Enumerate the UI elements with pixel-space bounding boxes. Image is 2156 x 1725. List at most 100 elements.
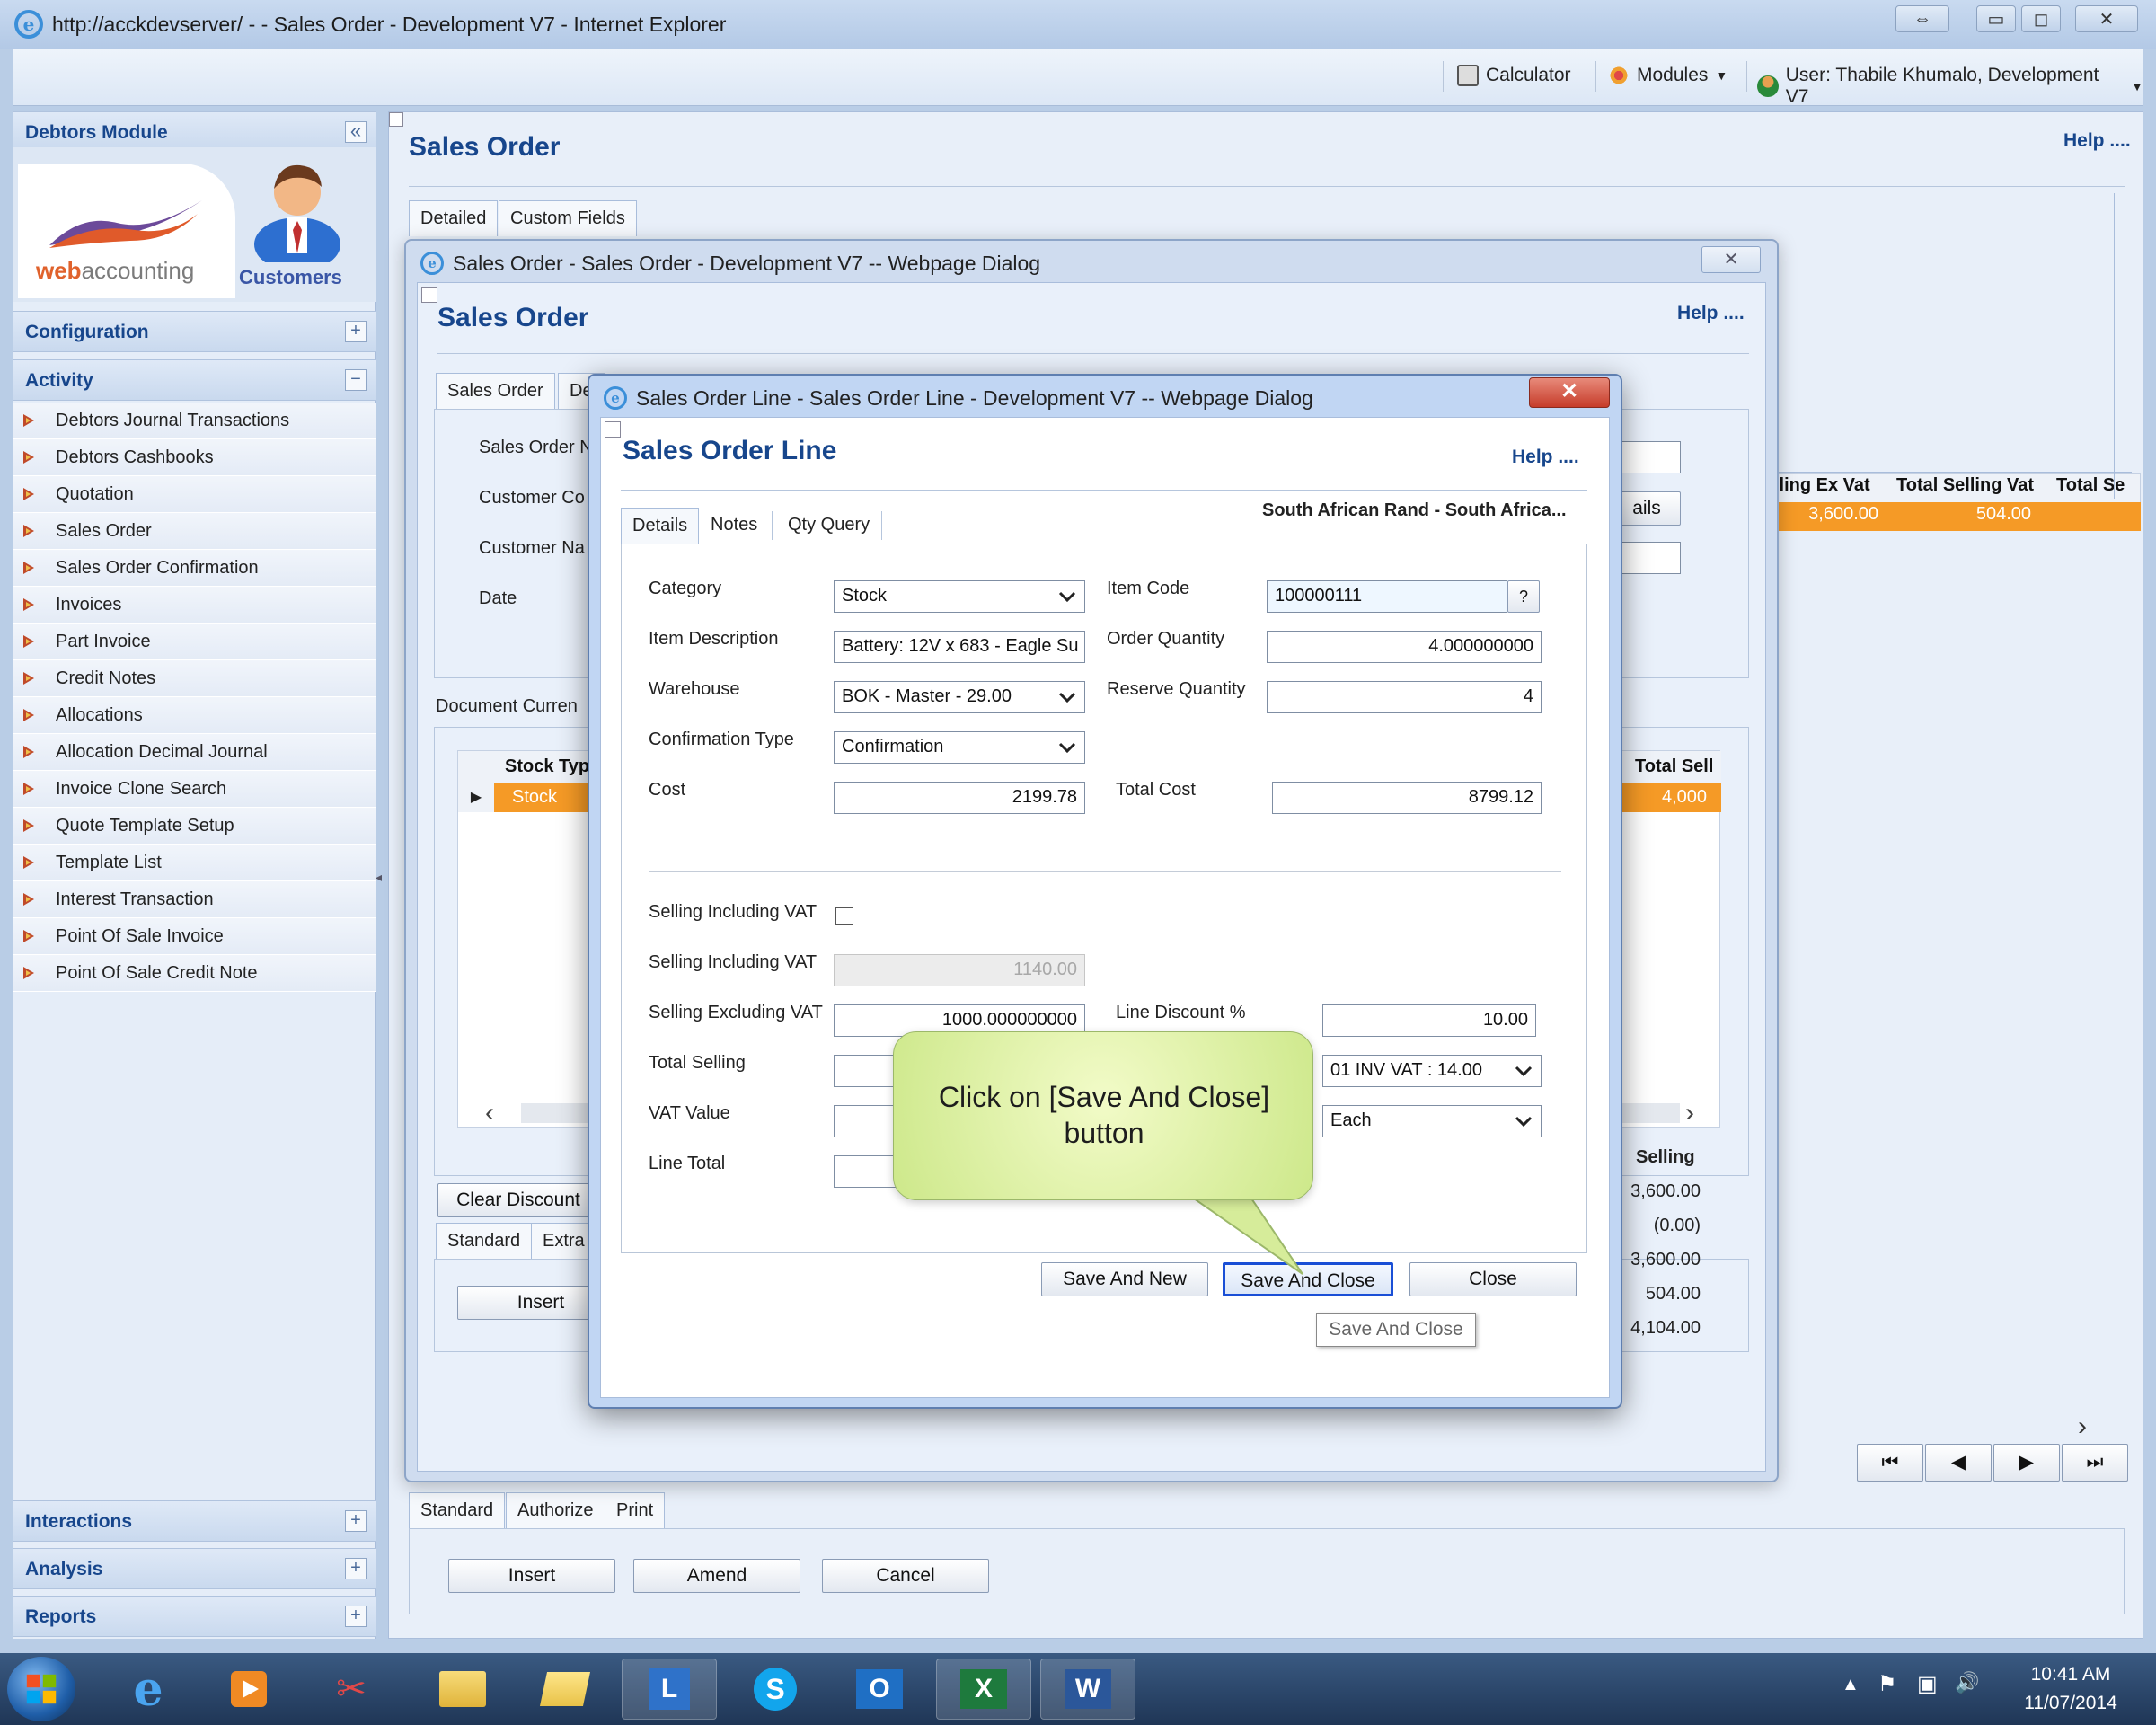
clear-discount-button[interactable]: Clear Discount — [437, 1183, 599, 1217]
resize-icon[interactable]: ⇔ — [1895, 5, 1949, 32]
item-code-field[interactable]: 100000111 — [1267, 580, 1507, 613]
tab-standard[interactable]: Standard — [436, 1223, 533, 1259]
help-link[interactable]: Help .... — [1677, 303, 1745, 324]
vat-code-select[interactable]: 01 INV VAT : 14.00 — [1322, 1055, 1542, 1087]
help-link[interactable]: Help .... — [2063, 130, 2131, 152]
calculator-button[interactable]: Calculator — [1457, 65, 1571, 86]
unit-select[interactable]: Each — [1322, 1105, 1542, 1137]
taskbar-lync[interactable]: L — [622, 1659, 717, 1720]
start-button[interactable] — [7, 1657, 75, 1721]
cost-field[interactable]: 2199.78 — [834, 782, 1085, 814]
tab-custom-fields[interactable]: Custom Fields — [499, 200, 637, 236]
next-page-button[interactable]: ▶ — [1993, 1444, 2060, 1482]
expand-icon[interactable]: + — [345, 1606, 367, 1627]
category-select[interactable]: Stock — [834, 580, 1085, 613]
tab-details[interactable]: Details — [621, 508, 700, 544]
scroll-right-icon[interactable]: › — [2078, 1411, 2087, 1442]
expand-icon[interactable]: + — [345, 321, 367, 342]
sidebar-item-quote-template-setup[interactable]: Quote Template Setup — [13, 808, 376, 845]
taskbar-snipping-tool[interactable]: ✂ — [304, 1659, 399, 1720]
sidebar-item-allocations[interactable]: Allocations — [13, 697, 376, 734]
sidebar-item-credit-notes[interactable]: Credit Notes — [13, 660, 376, 697]
row-selector-icon[interactable]: ▶ — [458, 783, 494, 812]
sidebar-item-point-of-sale-credit-note[interactable]: Point Of Sale Credit Note — [13, 955, 376, 992]
tab-standard[interactable]: Standard — [409, 1492, 506, 1528]
tab-qty-query[interactable]: Qty Query — [777, 508, 880, 544]
sales-order-number-field[interactable] — [1613, 441, 1681, 473]
tab-sales-order[interactable]: Sales Order — [436, 373, 555, 409]
sidebar-item-debtors-cashbooks[interactable]: Debtors Cashbooks — [13, 439, 376, 476]
expand-icon[interactable]: + — [345, 1510, 367, 1532]
sidebar-item-template-list[interactable]: Template List — [13, 845, 376, 881]
tab-authorize[interactable]: Authorize — [506, 1492, 605, 1528]
taskbar-excel[interactable]: X — [936, 1659, 1031, 1720]
customer-details-button[interactable]: ails — [1613, 491, 1681, 526]
reports-section[interactable]: Reports + — [13, 1596, 376, 1637]
cancel-button[interactable]: Cancel — [822, 1559, 989, 1593]
tab-detailed[interactable]: Detailed — [409, 200, 499, 236]
action-center-icon[interactable]: ⚑ — [1878, 1671, 1897, 1697]
scroll-right-icon[interactable]: › — [1685, 1098, 1694, 1128]
warehouse-select[interactable]: BOK - Master - 29.00 — [834, 681, 1085, 713]
insert-button[interactable]: Insert — [448, 1559, 615, 1593]
sidebar-item-interest-transaction[interactable]: Interest Transaction — [13, 881, 376, 918]
clock-time[interactable]: 10:41 AM — [2012, 1664, 2129, 1685]
clock-date[interactable]: 11/07/2014 — [2009, 1693, 2133, 1714]
scroll-left-icon[interactable]: ‹ — [485, 1098, 494, 1128]
item-description-field[interactable]: Battery: 12V x 683 - Eagle Su — [834, 631, 1085, 663]
tab-notes[interactable]: Notes — [700, 508, 768, 544]
expand-icon[interactable]: + — [345, 1558, 367, 1579]
taskbar-outlook[interactable]: O — [832, 1659, 927, 1720]
dialog-close-button[interactable]: ✕ — [1701, 246, 1761, 273]
taskbar-file-explorer[interactable] — [415, 1659, 510, 1720]
sidebar-item-sales-order-confirmation[interactable]: Sales Order Confirmation — [13, 550, 376, 587]
sidebar-item-part-invoice[interactable]: Part Invoice — [13, 624, 376, 660]
sidebar-item-sales-order[interactable]: Sales Order — [13, 513, 376, 550]
sidebar-item-debtors-journal-transactions[interactable]: Debtors Journal Transactions — [13, 402, 376, 439]
sales-order-line-dialog-body: Sales Order Line Help .... Details Notes… — [600, 417, 1610, 1398]
sidebar-item-point-of-sale-invoice[interactable]: Point Of Sale Invoice — [13, 918, 376, 955]
previous-page-button[interactable]: ◀ — [1925, 1444, 1992, 1482]
sidebar-item-allocation-decimal-journal[interactable]: Allocation Decimal Journal — [13, 734, 376, 771]
help-link[interactable]: Help .... — [1512, 447, 1579, 468]
sidebar-item-invoices[interactable]: Invoices — [13, 587, 376, 624]
activity-section[interactable]: Activity − — [13, 359, 376, 401]
item-lookup-button[interactable]: ? — [1507, 580, 1540, 613]
line-discount-field[interactable]: 10.00 — [1322, 1004, 1536, 1037]
last-page-button[interactable]: ⏭ — [2062, 1444, 2128, 1482]
close-window-button[interactable]: ✕ — [2075, 5, 2138, 32]
collapse-icon[interactable]: − — [345, 369, 367, 391]
sidebar-item-invoice-clone-search[interactable]: Invoice Clone Search — [13, 771, 376, 808]
taskbar-folder[interactable] — [517, 1659, 613, 1720]
close-button[interactable]: Close — [1409, 1262, 1577, 1296]
analysis-section[interactable]: Analysis + — [13, 1548, 376, 1589]
collapse-sidebar-icon[interactable]: « — [345, 121, 367, 143]
sidebar: Debtors Module « webaccounting Customers… — [13, 111, 376, 1639]
taskbar-internet-explorer[interactable]: e — [101, 1659, 196, 1720]
taskbar-skype[interactable]: S — [728, 1659, 823, 1720]
interactions-section[interactable]: Interactions + — [13, 1500, 376, 1542]
total-cost-field[interactable]: 8799.12 — [1272, 782, 1542, 814]
show-hidden-icons[interactable]: ▲ — [1842, 1675, 1860, 1695]
tab-print[interactable]: Print — [605, 1492, 666, 1528]
maximize-button[interactable]: ◻ — [2021, 5, 2061, 32]
minimize-button[interactable]: ▭ — [1976, 5, 2016, 32]
network-icon[interactable]: ▣ — [1917, 1671, 1938, 1697]
customer-name-field[interactable] — [1613, 542, 1681, 574]
amend-button[interactable]: Amend — [633, 1559, 800, 1593]
selling-incl-vat-checkbox[interactable] — [835, 907, 853, 925]
configuration-section[interactable]: Configuration + — [13, 311, 376, 352]
reserve-quantity-field[interactable]: 4 — [1267, 681, 1542, 713]
first-page-button[interactable]: ⏮ — [1857, 1444, 1923, 1482]
splitter-handle-icon[interactable]: ◂ — [376, 870, 382, 885]
order-quantity-field[interactable]: 4.000000000 — [1267, 631, 1542, 663]
user-menu[interactable]: User: Thabile Khumalo, Development V7 ▼ — [1757, 65, 2143, 108]
tab-extra[interactable]: Extra — [531, 1223, 596, 1259]
volume-icon[interactable]: 🔊 — [1955, 1671, 1979, 1694]
taskbar-media-player[interactable] — [201, 1659, 296, 1720]
taskbar-word[interactable]: W — [1040, 1659, 1135, 1720]
confirmation-type-select[interactable]: Confirmation — [834, 731, 1085, 764]
modules-menu[interactable]: Modules ▼ — [1608, 65, 1727, 86]
sidebar-item-quotation[interactable]: Quotation — [13, 476, 376, 513]
dialog-close-button[interactable]: ✕ — [1529, 377, 1610, 408]
